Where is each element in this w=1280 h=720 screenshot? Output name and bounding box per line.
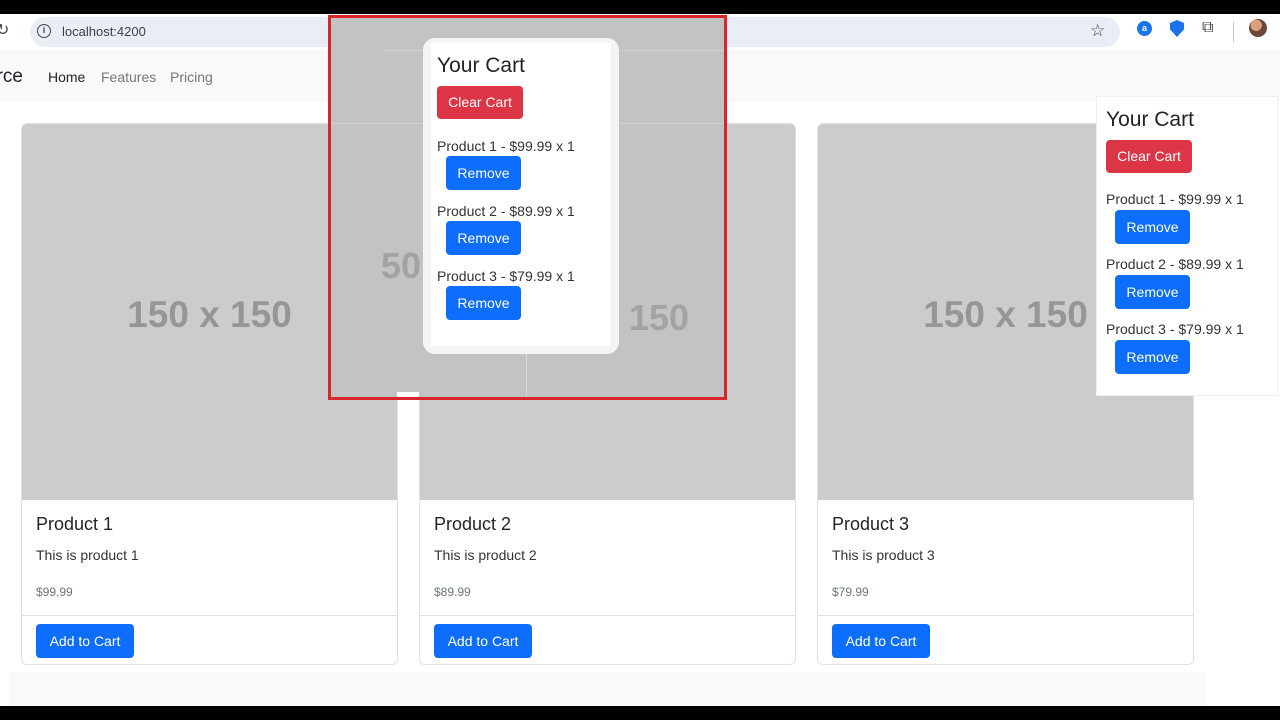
nav-link-features[interactable]: Features	[101, 69, 156, 85]
card-footer: Add to Cart	[420, 615, 795, 664]
star-icon[interactable]: ☆	[1090, 21, 1105, 41]
product-price: $79.99	[832, 585, 869, 599]
product-description: This is product 1	[36, 547, 139, 563]
cart-item-text: Product 3 - $79.99 x 1	[437, 268, 575, 284]
page-bottom-strip	[10, 672, 1205, 706]
ghost-placeholder-text: 50	[381, 245, 422, 286]
cart-item-text: Product 2 - $89.99 x 1	[437, 203, 575, 219]
highlighted-cart-snapshot: 50 150 Your Cart Clear Cart Product 1 - …	[328, 15, 727, 400]
cart-item-text: Product 2 - $89.99 x 1	[1106, 256, 1244, 272]
url-text[interactable]: localhost:4200	[62, 24, 146, 39]
info-icon[interactable]: i	[37, 24, 51, 38]
product-price: $99.99	[36, 585, 73, 599]
remove-button[interactable]: Remove	[446, 156, 521, 190]
remove-button[interactable]: Remove	[1115, 275, 1190, 309]
product-title: Product 3	[832, 514, 910, 534]
cart-title: Your Cart	[1106, 108, 1194, 131]
reload-icon[interactable]: ↻	[0, 20, 16, 40]
cart-item-text: Product 1 - $99.99 x 1	[437, 138, 575, 154]
profile-avatar[interactable]	[1249, 19, 1267, 37]
add-to-cart-button[interactable]: Add to Cart	[36, 624, 134, 658]
add-to-cart-button[interactable]: Add to Cart	[832, 624, 930, 658]
cart-item-text: Product 3 - $79.99 x 1	[1106, 321, 1244, 337]
product-price: $89.99	[434, 585, 471, 599]
add-to-cart-button[interactable]: Add to Cart	[434, 624, 532, 658]
remove-button[interactable]: Remove	[1115, 340, 1190, 374]
remove-button[interactable]: Remove	[1115, 210, 1190, 244]
cart-panel: Your Cart Clear Cart Product 1 - $99.99 …	[1096, 96, 1278, 396]
remove-button[interactable]: Remove	[446, 286, 521, 320]
clear-cart-button[interactable]: Clear Cart	[437, 86, 523, 119]
shield-extension-icon[interactable]	[1170, 20, 1184, 37]
toolbar-divider	[1233, 22, 1234, 42]
product-description: This is product 2	[434, 547, 537, 563]
product-title: Product 2	[434, 514, 512, 534]
navbar-brand[interactable]: erce	[0, 66, 23, 88]
card-footer: Add to Cart	[22, 615, 397, 664]
product-description: This is product 3	[832, 547, 935, 563]
remove-button[interactable]: Remove	[446, 221, 521, 255]
product-title: Product 1	[36, 514, 114, 534]
screen-top-bar	[0, 0, 1280, 14]
card-footer: Add to Cart	[818, 615, 1193, 664]
nav-link-home[interactable]: Home	[48, 69, 85, 85]
snapshot-notch	[397, 392, 419, 397]
nav-link-pricing[interactable]: Pricing	[170, 69, 213, 85]
cart-title: Your Cart	[437, 54, 525, 77]
puzzle-icon[interactable]: ⧉	[1202, 19, 1213, 37]
cart-item-text: Product 1 - $99.99 x 1	[1106, 191, 1244, 207]
clear-cart-button[interactable]: Clear Cart	[1106, 140, 1192, 173]
extension-icon[interactable]: a	[1137, 21, 1152, 36]
ghost-placeholder-text: 150	[629, 297, 690, 338]
